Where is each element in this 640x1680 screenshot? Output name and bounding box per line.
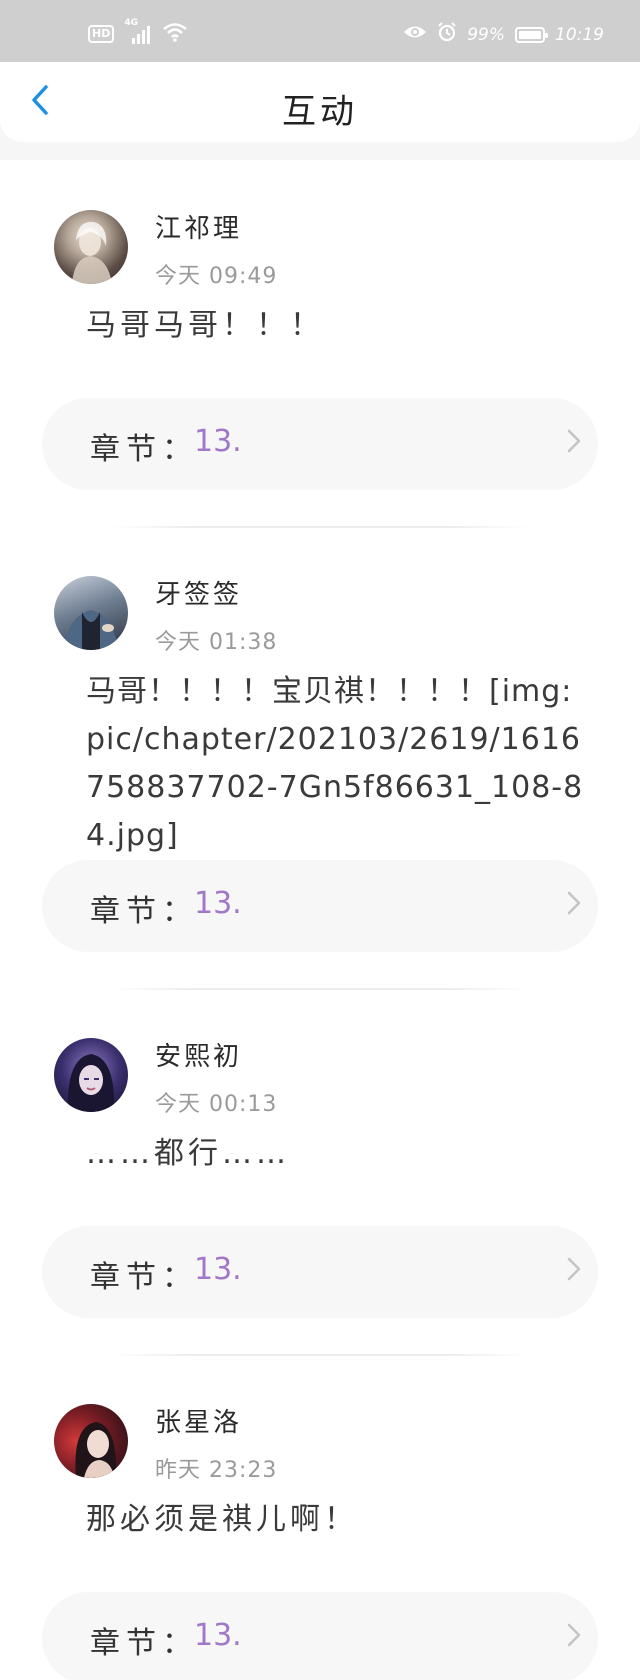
chevron-right-icon xyxy=(566,428,582,458)
status-bar-left: HD 4G xyxy=(88,18,188,46)
status-bar-right: 99% 10:19 xyxy=(403,22,604,47)
cellular-signal-icon: 4G xyxy=(124,18,152,44)
status-bar: HD 4G 99% 10:19 xyxy=(0,0,640,62)
battery-level xyxy=(519,30,541,39)
chapter-value: 13. xyxy=(194,1252,242,1287)
chevron-right-icon xyxy=(566,1256,582,1286)
comment-time: 今天 09:49 xyxy=(155,264,278,289)
comment-time: 今天 00:13 xyxy=(155,1092,278,1117)
avatar[interactable] xyxy=(54,1038,128,1112)
eye-icon xyxy=(403,24,427,45)
app-header: 互动 xyxy=(0,62,640,142)
wifi-icon xyxy=(162,22,188,46)
alarm-icon xyxy=(437,22,457,47)
page-title: 互动 xyxy=(282,92,358,132)
comment-content: 那必须是祺儿啊！ xyxy=(86,1502,358,1537)
chapter-label: 章节： xyxy=(90,1260,198,1295)
interaction-feed[interactable]: 江祁理 今天 09:49 马哥马哥！！！ 章节： 13. 牙签签 今天 01:3… xyxy=(0,160,640,1680)
comment-content: ……都行…… xyxy=(86,1136,290,1171)
chapter-label: 章节： xyxy=(90,432,198,467)
comment-time: 今天 01:38 xyxy=(155,630,278,655)
comment-author: 江祁理 xyxy=(155,214,243,244)
chapter-value: 13. xyxy=(194,1618,242,1653)
comment-author: 牙签签 xyxy=(155,580,243,610)
divider xyxy=(110,988,530,990)
chapter-link[interactable]: 章节： 13. xyxy=(42,398,598,490)
comment-content: 马哥！！！！宝贝祺！！！！[img:pic/chapter/202103/261… xyxy=(86,674,584,853)
chapter-link[interactable]: 章节： 13. xyxy=(42,1226,598,1318)
comment-content: 马哥马哥！！！ xyxy=(86,308,324,343)
clock-time: 10:19 xyxy=(555,24,604,45)
battery-icon xyxy=(515,26,548,43)
avatar[interactable] xyxy=(54,576,128,650)
chapter-link[interactable]: 章节： 13. xyxy=(42,860,598,952)
chapter-link[interactable]: 章节： 13. xyxy=(42,1592,598,1680)
network-type-label: 4G xyxy=(124,18,138,28)
avatar[interactable] xyxy=(54,210,128,284)
avatar[interactable] xyxy=(54,1404,128,1478)
battery-percent: 99% xyxy=(467,24,505,45)
chapter-value: 13. xyxy=(194,886,242,921)
comment-time: 昨天 23:23 xyxy=(155,1458,278,1483)
chapter-value: 13. xyxy=(194,424,242,459)
comment-author: 张星洛 xyxy=(155,1408,243,1438)
chapter-label: 章节： xyxy=(90,1626,198,1661)
hd-badge: HD xyxy=(88,25,115,43)
divider xyxy=(110,526,530,528)
chevron-right-icon xyxy=(566,890,582,920)
chapter-label: 章节： xyxy=(90,894,198,929)
divider xyxy=(110,1354,530,1356)
comment-author: 安熙初 xyxy=(155,1042,243,1072)
chevron-right-icon xyxy=(566,1622,582,1652)
